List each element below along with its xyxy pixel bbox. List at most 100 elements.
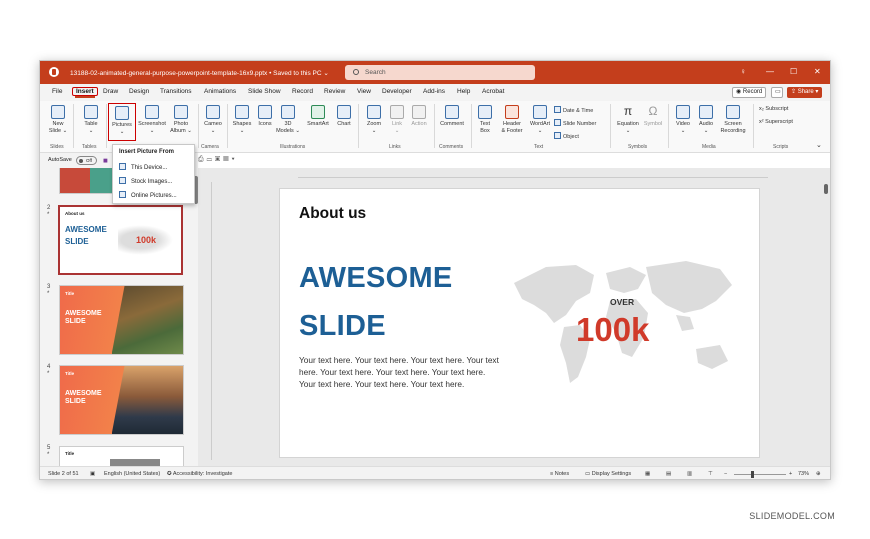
reading-view-icon[interactable]: ▥ (687, 471, 692, 477)
smartart-button[interactable]: SmartArt (304, 105, 332, 128)
stock-images-item[interactable]: Stock Images... (119, 177, 172, 185)
photo-album-button[interactable]: Photo Album ⌄ (169, 105, 193, 135)
slideshow-icon[interactable]: ⊤ (708, 471, 713, 477)
tab-review[interactable]: Review (324, 88, 345, 95)
chart-button[interactable]: Chart (334, 105, 354, 128)
body-text[interactable]: Your text here. Your text here. Your tex… (299, 354, 499, 390)
display-settings-button[interactable]: ▭ Display Settings (585, 471, 631, 477)
tab-record[interactable]: Record (292, 88, 313, 95)
cameo-button[interactable]: Cameo ⌄ (202, 105, 224, 135)
screenshot-button[interactable]: Screenshot ⌄ (137, 105, 167, 135)
wordart-button[interactable]: WordArt ⌄ (527, 105, 553, 135)
table-button[interactable]: Table ⌄ (79, 105, 103, 135)
zoom-level[interactable]: 73% (798, 471, 809, 477)
fit-to-window-icon[interactable]: ⊕ (816, 471, 821, 477)
comment-label: Comment (440, 121, 464, 127)
notes-label: Notes (554, 471, 570, 477)
zoom-button[interactable]: Zoom ⌄ (362, 105, 386, 135)
screenshot-label: Screenshot ⌄ (138, 121, 166, 134)
header-footer-button[interactable]: Header & Footer (498, 105, 526, 135)
tab-help[interactable]: Help (457, 88, 470, 95)
headline-line-2[interactable]: SLIDE (299, 310, 386, 343)
slide-number-button[interactable]: Slide Number (554, 119, 596, 127)
online-pictures-item[interactable]: Online Pictures... (119, 191, 177, 199)
tab-add-ins[interactable]: Add-ins (423, 88, 445, 95)
autosave-toggle[interactable]: Off (76, 156, 97, 165)
stat-value[interactable]: 100k (576, 311, 649, 349)
zoom-slider-thumb[interactable] (751, 471, 754, 478)
powerpoint-logo-icon (49, 67, 59, 77)
superscript-button[interactable]: x² Superscript (759, 119, 793, 125)
share-button[interactable]: ⇪ Share ▾ (787, 87, 823, 98)
zoom-out-icon[interactable]: − (724, 471, 727, 477)
animation-star-icon: * (47, 452, 50, 458)
symbol-button[interactable]: Ω Symbol (642, 105, 664, 128)
scrollbar-thumb[interactable] (824, 184, 828, 194)
lightbulb-icon[interactable]: ♀ (740, 67, 746, 77)
thumb-headline: AWESOME SLIDE (65, 310, 102, 325)
thumbnail-slide-3[interactable]: Title AWESOME SLIDE (59, 285, 184, 355)
zoom-slider[interactable] (734, 474, 786, 475)
tab-insert[interactable]: Insert (72, 87, 98, 98)
zoom-in-icon[interactable]: + (789, 471, 792, 477)
qat-icons[interactable]: ⎙▭▣▤▾ (198, 156, 238, 164)
audio-button[interactable]: Audio ⌄ (695, 105, 717, 135)
notes-button[interactable]: ≡ Notes (550, 471, 569, 477)
screen-recording-button[interactable]: Screen Recording (718, 105, 748, 135)
file-title[interactable]: 13188-02-animated-general-purpose-powerp… (70, 69, 329, 77)
action-button[interactable]: Action (408, 105, 430, 128)
shapes-button[interactable]: Shapes ⌄ (230, 105, 254, 135)
object-button[interactable]: Object (554, 132, 579, 140)
thumbnail-slide-2[interactable]: About us AWESOME SLIDE 100k (58, 205, 183, 275)
headline-line-1[interactable]: AWESOME (299, 262, 453, 295)
tab-file[interactable]: File (52, 88, 62, 95)
tab-view[interactable]: View (357, 88, 371, 95)
canvas-scrollbar[interactable] (824, 176, 829, 456)
tab-animations[interactable]: Animations (204, 88, 236, 95)
maximize-button[interactable]: ☐ (790, 67, 797, 77)
icons-label: Icons (258, 121, 272, 127)
device-icon (119, 163, 126, 170)
equation-button[interactable]: π Equation ⌄ (614, 105, 642, 135)
accessibility-status[interactable]: ✪ Accessibility: Investigate (167, 471, 232, 477)
date-time-button[interactable]: Date & Time (554, 106, 593, 114)
text-box-button[interactable]: Text Box (475, 105, 495, 135)
thumbnail-slide-5[interactable]: Title (59, 446, 184, 466)
spellcheck-icon[interactable]: ▣ (90, 471, 95, 477)
save-icon[interactable]: ■ (103, 156, 108, 165)
language-label[interactable]: English (United States) (104, 471, 160, 477)
tab-slide-show[interactable]: Slide Show (248, 88, 281, 95)
subscript-button[interactable]: x₂ Subscript (759, 106, 788, 112)
new-slide-button[interactable]: New Slide ⌄ (48, 105, 68, 135)
tab-transitions[interactable]: Transitions (160, 88, 192, 95)
separator (106, 104, 107, 148)
comments-icon[interactable]: ▭ (771, 87, 783, 98)
object-icon (554, 132, 561, 139)
icons-button[interactable]: Icons (255, 105, 275, 128)
smartart-icon (311, 105, 325, 119)
normal-view-icon[interactable]: ▦ (645, 471, 650, 477)
over-label[interactable]: OVER (610, 297, 634, 307)
pictures-button[interactable]: Pictures ⌄ (108, 103, 136, 141)
tab-design[interactable]: Design (129, 88, 149, 95)
comment-button[interactable]: Comment (437, 105, 467, 128)
link-button[interactable]: Link ⌄ (387, 105, 407, 135)
slide-heading[interactable]: About us (299, 205, 366, 223)
current-slide[interactable]: About us AWESOME SLIDE Your text here. Y… (279, 188, 760, 458)
video-button[interactable]: Video ⌄ (672, 105, 694, 135)
new-slide-label: New Slide ⌄ (48, 121, 68, 134)
3d-models-button[interactable]: 3D Models ⌄ (276, 105, 300, 135)
close-button[interactable]: ✕ (814, 67, 821, 77)
minimize-button[interactable]: — (766, 67, 774, 77)
photo-album-icon (174, 105, 188, 119)
slide-sorter-icon[interactable]: ▤ (666, 471, 671, 477)
thumbnail-slide-4[interactable]: Title AWESOME SLIDE (59, 365, 184, 435)
link-icon (390, 105, 404, 119)
this-device-item[interactable]: This Device... (119, 163, 167, 171)
search-box[interactable]: Search (345, 65, 535, 80)
tab-acrobat[interactable]: Acrobat (482, 88, 504, 95)
record-button[interactable]: ◉ Record (732, 87, 767, 98)
tab-draw[interactable]: Draw (103, 88, 118, 95)
tab-developer[interactable]: Developer (382, 88, 412, 95)
collapse-ribbon-icon[interactable]: ⌄ (816, 141, 822, 149)
